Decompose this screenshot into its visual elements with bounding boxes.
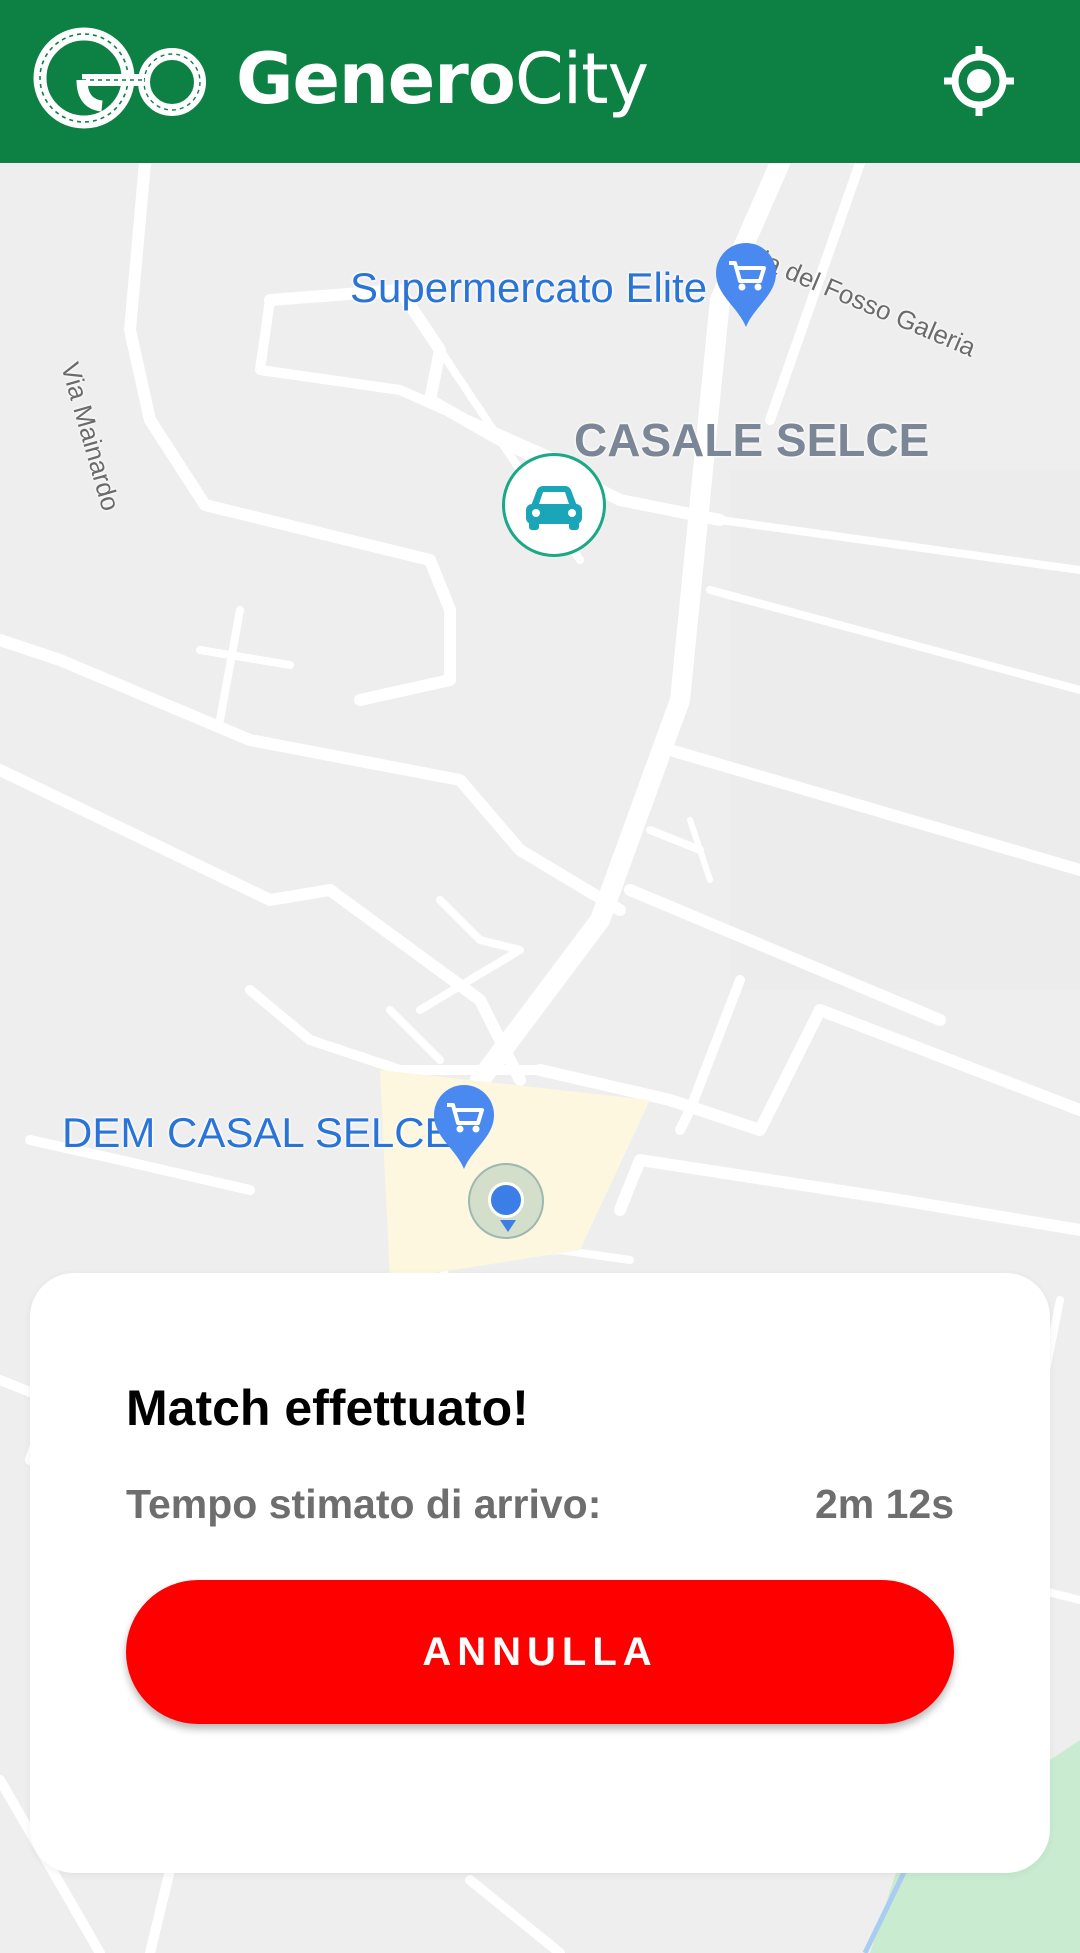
user-heading-arrow-icon: [500, 1220, 516, 1232]
driver-car-marker[interactable]: [502, 453, 606, 557]
user-location-marker: [468, 1163, 544, 1239]
poi-label-supermercato[interactable]: Supermercato Elite: [350, 264, 707, 312]
eta-value: 2m 12s: [814, 1481, 954, 1527]
poi-label-dem-casal-selce[interactable]: DEM CASAL SELCE: [62, 1109, 453, 1157]
user-location-dot: [488, 1182, 524, 1218]
brand-bold-text: Genero: [236, 38, 516, 120]
car-icon: [526, 486, 582, 530]
eta-label: Tempo stimato di arrivo:: [126, 1481, 602, 1527]
match-title: Match effettuato!: [126, 1380, 529, 1436]
app-header: GeneroCity: [0, 0, 1080, 163]
my-location-icon[interactable]: [942, 44, 1016, 118]
area-label-casale-selce: CASALE SELCE: [574, 414, 930, 466]
generocity-logo-icon: [33, 27, 206, 129]
cancel-button[interactable]: ANNULLA: [126, 1580, 954, 1724]
brand-light-text: City: [514, 38, 649, 120]
app-brand-title: GeneroCity: [236, 38, 649, 120]
match-card: Match effettuato! Tempo stimato di arriv…: [30, 1273, 1050, 1873]
shopping-cart-pin-icon[interactable]: [714, 241, 778, 329]
shopping-cart-pin-icon[interactable]: [432, 1083, 496, 1171]
